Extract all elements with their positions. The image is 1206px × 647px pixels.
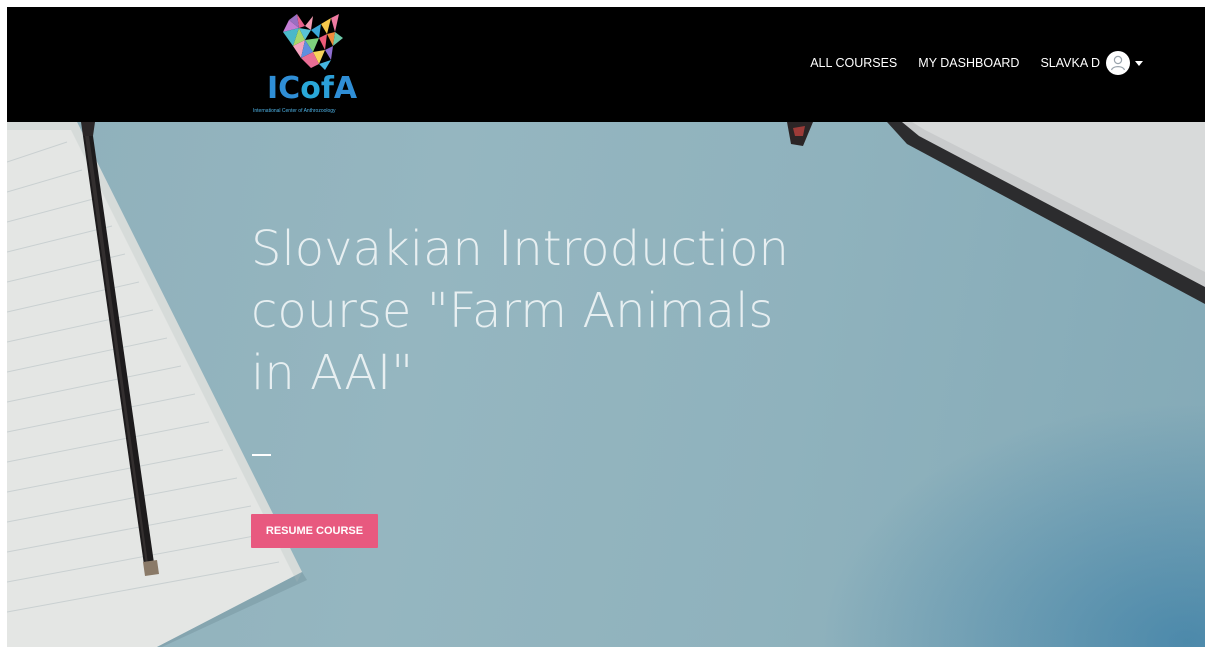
page-frame: ICofA International Center of Anthrozool… <box>7 7 1205 647</box>
course-title: Slovakian Introduction course "Farm Anim… <box>251 218 871 404</box>
logo-letter: o <box>300 71 321 106</box>
caret-down-icon <box>1135 60 1143 66</box>
logo-letter: A <box>333 71 358 106</box>
title-underline <box>252 454 271 456</box>
course-title-line: Slovakian Introduction <box>251 221 789 277</box>
polygon-animal-head-icon <box>283 14 343 70</box>
user-avatar-icon <box>1106 51 1130 75</box>
logo-letter: C <box>278 71 301 106</box>
logo-tagline: International Center of Anthrozoology <box>253 108 336 114</box>
site-header: ICofA International Center of Anthrozool… <box>7 7 1205 122</box>
user-name: SLAVKA D <box>1040 56 1100 70</box>
main-nav: ALL COURSES MY DASHBOARD SLAVKA D <box>810 51 1143 75</box>
logo-letter: I <box>267 71 279 106</box>
logo-letter: f <box>320 71 334 106</box>
logo-wordmark: ICofA <box>251 74 381 104</box>
course-title-line: course "Farm Animals <box>251 283 774 339</box>
icofa-logo[interactable]: ICofA International Center of Anthrozool… <box>251 10 381 118</box>
resume-course-button[interactable]: RESUME COURSE <box>251 514 378 548</box>
nav-all-courses[interactable]: ALL COURSES <box>810 56 897 70</box>
course-title-line: in AAI" <box>251 345 414 401</box>
course-hero: Slovakian Introduction course "Farm Anim… <box>7 122 1205 647</box>
nav-my-dashboard[interactable]: MY DASHBOARD <box>918 56 1019 70</box>
user-menu[interactable]: SLAVKA D <box>1040 51 1143 75</box>
